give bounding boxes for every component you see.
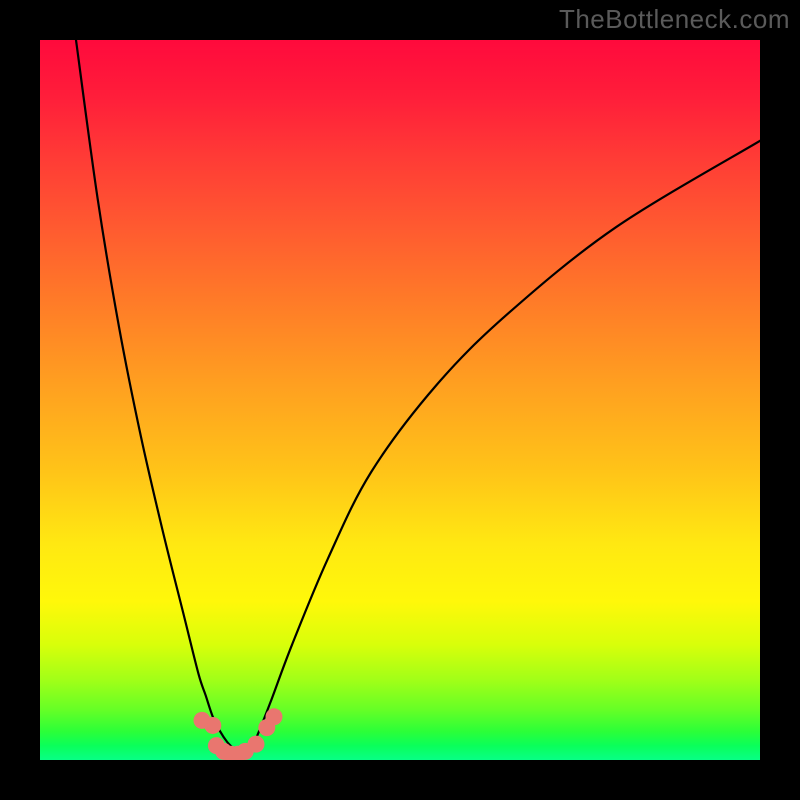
- valley-dot: [204, 717, 221, 734]
- valley-dot: [266, 708, 283, 725]
- curve-overlay: [40, 40, 760, 760]
- chart-frame: TheBottleneck.com: [0, 0, 800, 800]
- valley-dots: [194, 708, 283, 760]
- curve-left: [76, 40, 234, 749]
- valley-dot: [248, 736, 265, 753]
- watermark-label: TheBottleneck.com: [559, 4, 790, 35]
- plot-area: [40, 40, 760, 760]
- curve-right: [249, 141, 760, 749]
